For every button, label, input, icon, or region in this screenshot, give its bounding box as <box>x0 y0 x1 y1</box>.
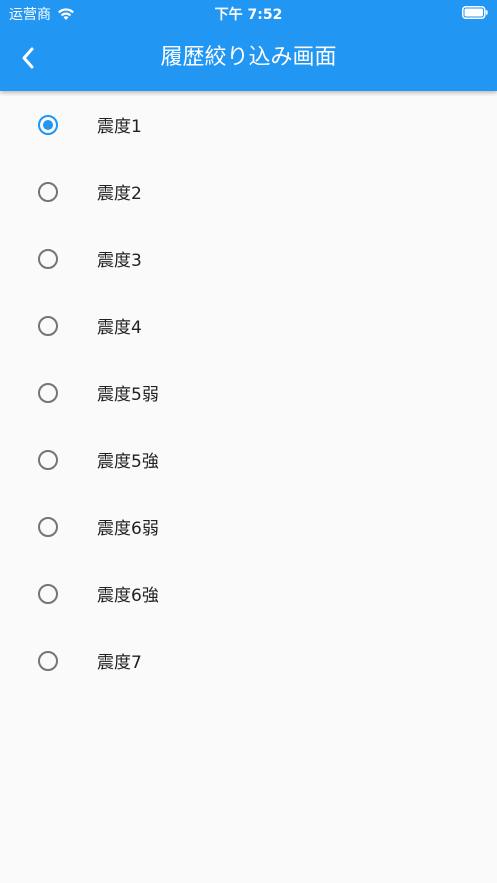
option-label: 震度7 <box>97 653 142 673</box>
page-title: 履歴絞り込み画面 <box>160 45 337 70</box>
option-intensity-1[interactable]: 震度1 <box>0 91 497 158</box>
option-intensity-2[interactable]: 震度2 <box>0 158 497 225</box>
option-intensity-6-upper[interactable]: 震度6強 <box>0 560 497 627</box>
option-label: 震度2 <box>97 184 142 204</box>
radio-button[interactable] <box>38 382 58 403</box>
option-intensity-3[interactable]: 震度3 <box>0 225 497 292</box>
intensity-filter-list: 震度1 震度2 震度3 震度4 震度5弱 震度5強 震度6弱 震度6強 震度7 <box>0 91 497 694</box>
radio-button[interactable] <box>38 114 58 135</box>
radio-button[interactable] <box>38 583 58 604</box>
radio-button[interactable] <box>38 248 58 269</box>
radio-button[interactable] <box>38 650 58 671</box>
option-label: 震度6弱 <box>97 519 159 539</box>
option-label: 震度5強 <box>97 452 159 472</box>
battery-icon <box>462 6 488 19</box>
option-intensity-5-lower[interactable]: 震度5弱 <box>0 359 497 426</box>
status-bar: 运营商 下午 7:52 <box>0 0 497 26</box>
option-label: 震度4 <box>97 318 142 338</box>
status-time: 下午 7:52 <box>214 7 283 23</box>
option-label: 震度5弱 <box>97 385 159 405</box>
option-intensity-7[interactable]: 震度7 <box>0 627 497 694</box>
app-bar: 运营商 下午 7:52 履歴絞り込み画面 <box>0 0 497 91</box>
option-label: 震度3 <box>97 251 142 271</box>
radio-button[interactable] <box>38 181 58 202</box>
option-label: 震度1 <box>97 117 142 137</box>
option-intensity-5-upper[interactable]: 震度5強 <box>0 426 497 493</box>
option-intensity-6-lower[interactable]: 震度6弱 <box>0 493 497 560</box>
radio-button[interactable] <box>38 449 58 470</box>
option-intensity-4[interactable]: 震度4 <box>0 292 497 359</box>
radio-button[interactable] <box>38 516 58 537</box>
radio-button[interactable] <box>38 315 58 336</box>
radio-selected-dot <box>43 119 53 130</box>
option-label: 震度6強 <box>97 586 159 606</box>
